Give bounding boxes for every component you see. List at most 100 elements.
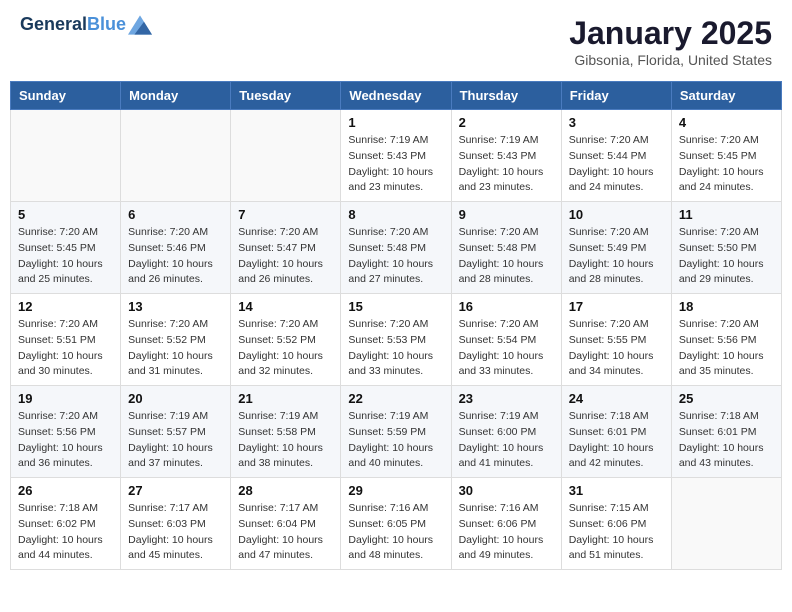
weekday-header-monday: Monday	[121, 82, 231, 110]
calendar-cell-w5-d1: 26Sunrise: 7:18 AMSunset: 6:02 PMDayligh…	[11, 478, 121, 570]
day-info: Sunrise: 7:16 AMSunset: 6:05 PMDaylight:…	[348, 501, 443, 564]
calendar-cell-w1-d6: 3Sunrise: 7:20 AMSunset: 5:44 PMDaylight…	[561, 110, 671, 202]
calendar-cell-w3-d3: 14 Sunrise: 7:20 AMSunset: 5:52 PMDayligh…	[231, 294, 341, 386]
calendar-cell-w5-d5: 30 Sunrise: 7:16 AMSunset: 6:06 PMDayligh…	[451, 478, 561, 570]
logo: GeneralBlue	[20, 15, 152, 35]
calendar-cell-w5-d2: 27Sunrise: 7:17 AMSunset: 6:03 PMDayligh…	[121, 478, 231, 570]
calendar-cell-w2-d5: 9 Sunrise: 7:20 AMSunset: 5:48 PMDaylight…	[451, 202, 561, 294]
day-number: 2	[459, 115, 554, 130]
day-info: Sunrise: 7:18 AMSunset: 6:01 PMDaylight:…	[569, 409, 664, 472]
calendar-cell-w1-d1	[11, 110, 121, 202]
calendar-cell-w4-d3: 21 Sunrise: 7:19 AMSunset: 5:58 PMDayligh…	[231, 386, 341, 478]
day-info: Sunrise: 7:20 AMSunset: 5:46 PMDaylight:…	[128, 225, 223, 288]
day-number: 18	[679, 299, 774, 314]
day-info: Sunrise: 7:20 AMSunset: 5:53 PMDaylight:…	[348, 317, 443, 380]
day-number: 13	[128, 299, 223, 314]
week-row-1: 1 Sunrise: 7:19 AMSunset: 5:43 PMDaylight…	[11, 110, 782, 202]
weekday-header-wednesday: Wednesday	[341, 82, 451, 110]
day-number: 23	[459, 391, 554, 406]
day-number: 20	[128, 391, 223, 406]
day-info: Sunrise: 7:20 AMSunset: 5:52 PMDaylight:…	[238, 317, 333, 380]
day-info: Sunrise: 7:18 AMSunset: 6:01 PMDaylight:…	[679, 409, 774, 472]
calendar-cell-w2-d4: 8Sunrise: 7:20 AMSunset: 5:48 PMDaylight…	[341, 202, 451, 294]
calendar-cell-w4-d7: 25 Sunrise: 7:18 AMSunset: 6:01 PMDayligh…	[671, 386, 781, 478]
day-info: Sunrise: 7:19 AMSunset: 5:59 PMDaylight:…	[348, 409, 443, 472]
day-info: Sunrise: 7:20 AMSunset: 5:54 PMDaylight:…	[459, 317, 554, 380]
week-row-2: 5 Sunrise: 7:20 AMSunset: 5:45 PMDaylight…	[11, 202, 782, 294]
logo-icon	[128, 15, 152, 35]
weekday-header-thursday: Thursday	[451, 82, 561, 110]
day-number: 15	[348, 299, 443, 314]
day-number: 22	[348, 391, 443, 406]
day-info: Sunrise: 7:20 AMSunset: 5:48 PMDaylight:…	[348, 225, 443, 288]
day-info: Sunrise: 7:20 AMSunset: 5:45 PMDaylight:…	[18, 225, 113, 288]
day-number: 28	[238, 483, 333, 498]
day-info: Sunrise: 7:20 AMSunset: 5:44 PMDaylight:…	[569, 133, 664, 196]
day-number: 5	[18, 207, 113, 222]
calendar-cell-w5-d7	[671, 478, 781, 570]
week-row-3: 12 Sunrise: 7:20 AMSunset: 5:51 PMDayligh…	[11, 294, 782, 386]
day-info: Sunrise: 7:16 AMSunset: 6:06 PMDaylight:…	[459, 501, 554, 564]
weekday-header-tuesday: Tuesday	[231, 82, 341, 110]
day-info: Sunrise: 7:17 AMSunset: 6:03 PMDaylight:…	[128, 501, 223, 564]
page-header: GeneralBlue January 2025 Gibsonia, Flori…	[10, 10, 782, 73]
calendar-cell-w3-d6: 17Sunrise: 7:20 AMSunset: 5:55 PMDayligh…	[561, 294, 671, 386]
day-info: Sunrise: 7:20 AMSunset: 5:45 PMDaylight:…	[679, 133, 774, 196]
calendar-cell-w1-d7: 4Sunrise: 7:20 AMSunset: 5:45 PMDaylight…	[671, 110, 781, 202]
calendar-cell-w2-d2: 6Sunrise: 7:20 AMSunset: 5:46 PMDaylight…	[121, 202, 231, 294]
logo-text: GeneralBlue	[20, 15, 126, 35]
calendar-cell-w5-d6: 31 Sunrise: 7:15 AMSunset: 6:06 PMDayligh…	[561, 478, 671, 570]
day-number: 19	[18, 391, 113, 406]
day-info: Sunrise: 7:20 AMSunset: 5:56 PMDaylight:…	[18, 409, 113, 472]
day-info: Sunrise: 7:20 AMSunset: 5:49 PMDaylight:…	[569, 225, 664, 288]
calendar-cell-w4-d5: 23 Sunrise: 7:19 AMSunset: 6:00 PMDayligh…	[451, 386, 561, 478]
day-number: 1	[348, 115, 443, 130]
day-number: 30	[459, 483, 554, 498]
calendar-cell-w1-d4: 1 Sunrise: 7:19 AMSunset: 5:43 PMDaylight…	[341, 110, 451, 202]
calendar-cell-w4-d2: 20 Sunrise: 7:19 AMSunset: 5:57 PMDayligh…	[121, 386, 231, 478]
day-info: Sunrise: 7:19 AMSunset: 5:43 PMDaylight:…	[459, 133, 554, 196]
month-title: January 2025	[569, 15, 772, 52]
week-row-4: 19 Sunrise: 7:20 AMSunset: 5:56 PMDayligh…	[11, 386, 782, 478]
calendar-header: SundayMondayTuesdayWednesdayThursdayFrid…	[11, 82, 782, 110]
day-number: 7	[238, 207, 333, 222]
calendar-cell-w4-d1: 19 Sunrise: 7:20 AMSunset: 5:56 PMDayligh…	[11, 386, 121, 478]
day-number: 31	[569, 483, 664, 498]
day-number: 26	[18, 483, 113, 498]
day-number: 10	[569, 207, 664, 222]
calendar-body: 1 Sunrise: 7:19 AMSunset: 5:43 PMDaylight…	[11, 110, 782, 570]
calendar-cell-w2-d3: 7 Sunrise: 7:20 AMSunset: 5:47 PMDaylight…	[231, 202, 341, 294]
day-number: 14	[238, 299, 333, 314]
day-number: 9	[459, 207, 554, 222]
day-info: Sunrise: 7:19 AMSunset: 5:57 PMDaylight:…	[128, 409, 223, 472]
day-info: Sunrise: 7:20 AMSunset: 5:47 PMDaylight:…	[238, 225, 333, 288]
day-info: Sunrise: 7:20 AMSunset: 5:51 PMDaylight:…	[18, 317, 113, 380]
day-info: Sunrise: 7:20 AMSunset: 5:52 PMDaylight:…	[128, 317, 223, 380]
day-number: 29	[348, 483, 443, 498]
day-info: Sunrise: 7:19 AMSunset: 6:00 PMDaylight:…	[459, 409, 554, 472]
day-number: 25	[679, 391, 774, 406]
day-info: Sunrise: 7:20 AMSunset: 5:56 PMDaylight:…	[679, 317, 774, 380]
location-subtitle: Gibsonia, Florida, United States	[569, 52, 772, 68]
calendar-cell-w3-d2: 13 Sunrise: 7:20 AMSunset: 5:52 PMDayligh…	[121, 294, 231, 386]
calendar-cell-w1-d5: 2 Sunrise: 7:19 AMSunset: 5:43 PMDaylight…	[451, 110, 561, 202]
day-number: 12	[18, 299, 113, 314]
weekday-header-row: SundayMondayTuesdayWednesdayThursdayFrid…	[11, 82, 782, 110]
calendar-cell-w2-d1: 5 Sunrise: 7:20 AMSunset: 5:45 PMDaylight…	[11, 202, 121, 294]
calendar-cell-w3-d7: 18 Sunrise: 7:20 AMSunset: 5:56 PMDayligh…	[671, 294, 781, 386]
weekday-header-friday: Friday	[561, 82, 671, 110]
day-number: 24	[569, 391, 664, 406]
day-number: 21	[238, 391, 333, 406]
day-info: Sunrise: 7:20 AMSunset: 5:48 PMDaylight:…	[459, 225, 554, 288]
day-info: Sunrise: 7:19 AMSunset: 5:43 PMDaylight:…	[348, 133, 443, 196]
calendar-cell-w5-d3: 28Sunrise: 7:17 AMSunset: 6:04 PMDayligh…	[231, 478, 341, 570]
calendar-cell-w3-d4: 15 Sunrise: 7:20 AMSunset: 5:53 PMDayligh…	[341, 294, 451, 386]
day-info: Sunrise: 7:15 AMSunset: 6:06 PMDaylight:…	[569, 501, 664, 564]
day-info: Sunrise: 7:19 AMSunset: 5:58 PMDaylight:…	[238, 409, 333, 472]
calendar-cell-w4-d6: 24 Sunrise: 7:18 AMSunset: 6:01 PMDayligh…	[561, 386, 671, 478]
weekday-header-sunday: Sunday	[11, 82, 121, 110]
calendar-cell-w2-d6: 10 Sunrise: 7:20 AMSunset: 5:49 PMDayligh…	[561, 202, 671, 294]
day-number: 16	[459, 299, 554, 314]
calendar-cell-w5-d4: 29 Sunrise: 7:16 AMSunset: 6:05 PMDayligh…	[341, 478, 451, 570]
title-section: January 2025 Gibsonia, Florida, United S…	[569, 15, 772, 68]
